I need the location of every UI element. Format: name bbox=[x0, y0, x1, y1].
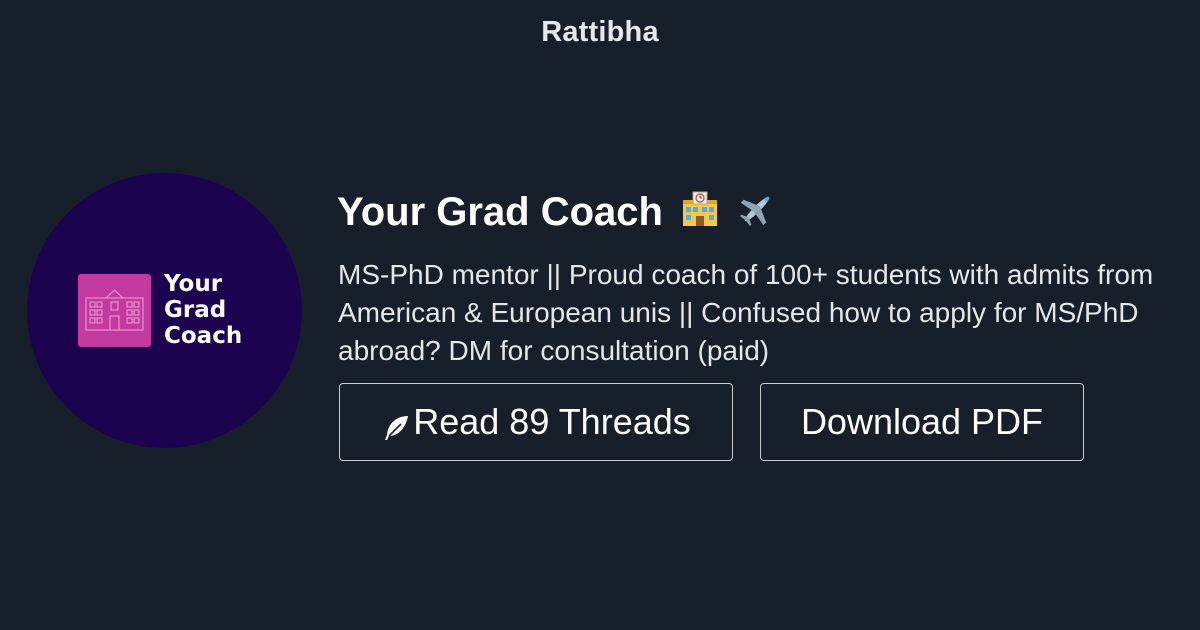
avatar-logo-text: Your Grad Coach bbox=[164, 271, 242, 349]
feather-icon bbox=[381, 410, 411, 440]
airplane-icon bbox=[737, 190, 777, 238]
school-icon bbox=[680, 190, 720, 238]
read-threads-label: Read 89 Threads bbox=[413, 401, 691, 442]
profile-bio: MS-PhD mentor || Proud coach of 100+ stu… bbox=[338, 259, 1154, 366]
download-pdf-button[interactable]: Download PDF bbox=[760, 383, 1084, 461]
avatar-logo-line-2: Grad bbox=[164, 297, 227, 323]
profile-name-text: Your Grad Coach bbox=[337, 190, 663, 234]
profile-avatar: Your Grad Coach bbox=[27, 173, 302, 448]
building-logo-icon bbox=[78, 274, 151, 347]
avatar-logo-line-1: Your bbox=[164, 271, 223, 297]
download-pdf-label: Download PDF bbox=[800, 401, 1044, 442]
site-brand-title: Rattibha bbox=[541, 16, 659, 48]
avatar-logo-line-3: Coach bbox=[164, 323, 243, 349]
read-threads-button[interactable]: Read 89 Threads bbox=[339, 383, 733, 461]
profile-name: Your Grad Coach bbox=[337, 190, 777, 238]
